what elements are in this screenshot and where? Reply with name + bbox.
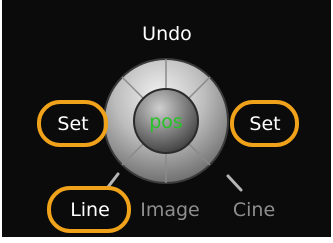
dial-cine[interactable]: Cine (226, 198, 282, 222)
pie-menu-panel: Undo pos Set Set Line Image Cine (0, 0, 333, 243)
dial-left-set[interactable]: Set (50, 112, 96, 136)
dial-right-set[interactable]: Set (241, 112, 289, 136)
dial-top-undo[interactable]: Undo (136, 22, 198, 46)
dial-center-pos[interactable]: pos (143, 110, 189, 134)
dial-line[interactable]: Line (62, 198, 118, 222)
dial-image[interactable]: Image (132, 198, 208, 222)
